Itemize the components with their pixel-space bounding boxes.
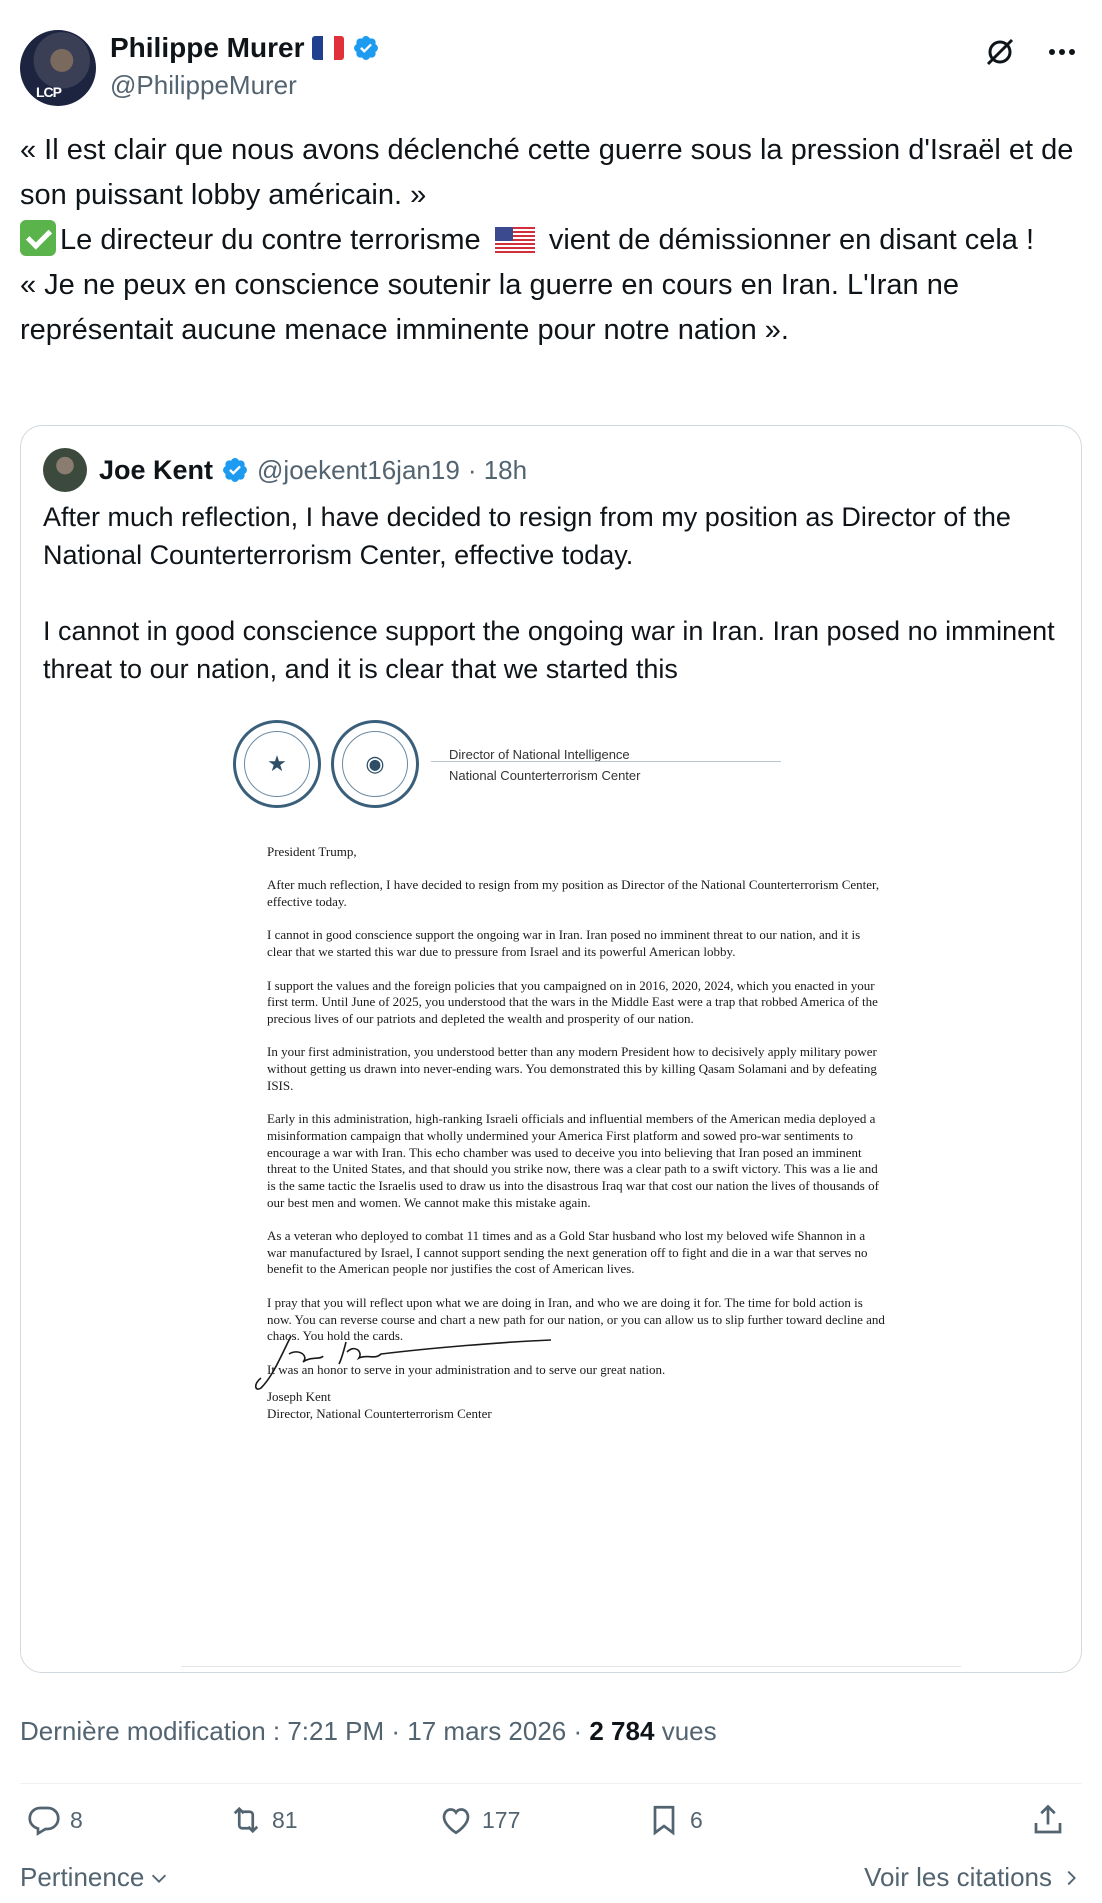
views-label: vues [661, 1716, 717, 1746]
quoted-author-handle[interactable]: @joekent16jan19 [257, 455, 460, 486]
like-icon [442, 1808, 470, 1835]
tweet-line-2-end: vient de démissionner en disant cela ! [548, 224, 1035, 256]
sort-label: Pertinence [20, 1862, 145, 1892]
avatar-badge: LCP [36, 84, 62, 100]
france-flag-icon [312, 36, 345, 60]
repost-button[interactable]: 81 [228, 1802, 298, 1838]
tweet-line-2-start: Le directeur du contre terrorisme [60, 224, 481, 256]
share-button[interactable] [1030, 1802, 1066, 1838]
author-name[interactable]: Philippe Murer [110, 32, 304, 64]
repost-icon [233, 1806, 259, 1834]
reply-button[interactable]: 8 [26, 1802, 83, 1838]
quoted-tweet-header: Joe Kent @joekent16jan19 · 18h [43, 448, 527, 492]
more-icon[interactable] [1042, 32, 1082, 72]
letter-paragraph: As a veteran who deployed to combat 11 t… [267, 1228, 868, 1277]
quoted-paragraph-2: I cannot in good conscience support the … [43, 616, 1055, 684]
tweet-header: LCP Philippe Murer @PhilippeMurer [20, 28, 1082, 108]
letter-image[interactable]: ★ ◉ Director of National Intelligence Na… [21, 696, 1081, 1672]
quoted-tweet[interactable]: Joe Kent @joekent16jan19 · 18h After muc… [20, 425, 1082, 1673]
handwritten-signature [254, 1335, 552, 1390]
author-handle[interactable]: @PhilippeMurer [110, 70, 297, 101]
nctc-seal-logo: ◉ [331, 720, 419, 808]
chevron-down-icon [152, 1874, 167, 1883]
quoted-tweet-text: After much reflection, I have decided to… [43, 498, 1063, 726]
signature-block: Joseph Kent Director, National Counterte… [267, 1389, 492, 1422]
tweet-text: « Il est clair que nous avons déclenché … [20, 128, 1082, 353]
like-count: 177 [482, 1806, 521, 1833]
letter-body: President Trump, After much reflection, … [267, 844, 887, 1395]
letter-salutation: President Trump, [267, 844, 357, 859]
verified-icon[interactable] [221, 456, 249, 484]
chevron-right-icon [1067, 1870, 1076, 1885]
reply-icon [28, 1806, 60, 1836]
verified-icon[interactable] [352, 34, 380, 62]
bookmark-button[interactable]: 6 [646, 1802, 703, 1838]
letterhead: Director of National Intelligence Nation… [449, 744, 640, 786]
divider [20, 1783, 1082, 1784]
share-icon [1034, 1804, 1062, 1834]
view-quotes-link[interactable]: Voir les citations [864, 1862, 1082, 1893]
quoted-paragraph-1: After much reflection, I have decided to… [43, 502, 1011, 570]
author-name-row: Philippe Murer [110, 32, 380, 64]
tweet-line-1: « Il est clair que nous avons déclenché … [20, 134, 1074, 211]
letter-paragraph: I cannot in good conscience support the … [267, 927, 861, 960]
replies-toolbar: Pertinence Voir les citations [20, 1862, 1082, 1898]
header-actions [980, 32, 1082, 72]
edited-timestamp[interactable]: Dernière modification : 7:21 PM · 17 mar… [20, 1716, 582, 1746]
quoted-author-name[interactable]: Joe Kent [99, 455, 213, 486]
action-bar: 8 81 177 6 [20, 1802, 1082, 1858]
quoted-author-avatar[interactable] [43, 448, 87, 492]
check-mark-icon [20, 220, 56, 256]
sort-dropdown[interactable]: Pertinence [20, 1862, 170, 1893]
odni-seal-logo: ★ [233, 720, 321, 808]
view-quotes-label: Voir les citations [864, 1862, 1052, 1892]
letterhead-divider [431, 761, 781, 762]
views-count: 2 784 [589, 1716, 655, 1746]
letter-paragraph: After much reflection, I have decided to… [267, 877, 880, 910]
bookmark-icon [653, 1805, 675, 1836]
paper-edge [181, 1666, 961, 1667]
letter-paragraph: Early in this administration, high-ranki… [267, 1111, 879, 1210]
letter-paragraph: In your first administration, you unders… [267, 1044, 877, 1093]
bookmark-count: 6 [690, 1806, 703, 1833]
quoted-tweet-time: · 18h [467, 454, 528, 485]
repost-count: 81 [272, 1806, 298, 1833]
tweet-line-2: Le directeur du contre terrorisme vient … [20, 218, 1082, 263]
tweet-meta: Dernière modification : 7:21 PM · 17 mar… [20, 1716, 717, 1747]
signature-title: Director, National Counterterrorism Cent… [267, 1405, 492, 1421]
signature-name: Joseph Kent [267, 1389, 331, 1404]
like-button[interactable]: 177 [438, 1802, 520, 1838]
letterhead-line-2: National Counterterrorism Center [449, 768, 641, 783]
us-flag-icon [494, 227, 535, 253]
author-avatar[interactable]: LCP [20, 30, 96, 106]
grok-icon[interactable] [980, 32, 1020, 72]
reply-count: 8 [70, 1806, 83, 1833]
tweet-line-3: « Je ne peux en conscience soutenir la g… [20, 269, 959, 346]
letter-paragraph: I support the values and the foreign pol… [267, 977, 878, 1026]
